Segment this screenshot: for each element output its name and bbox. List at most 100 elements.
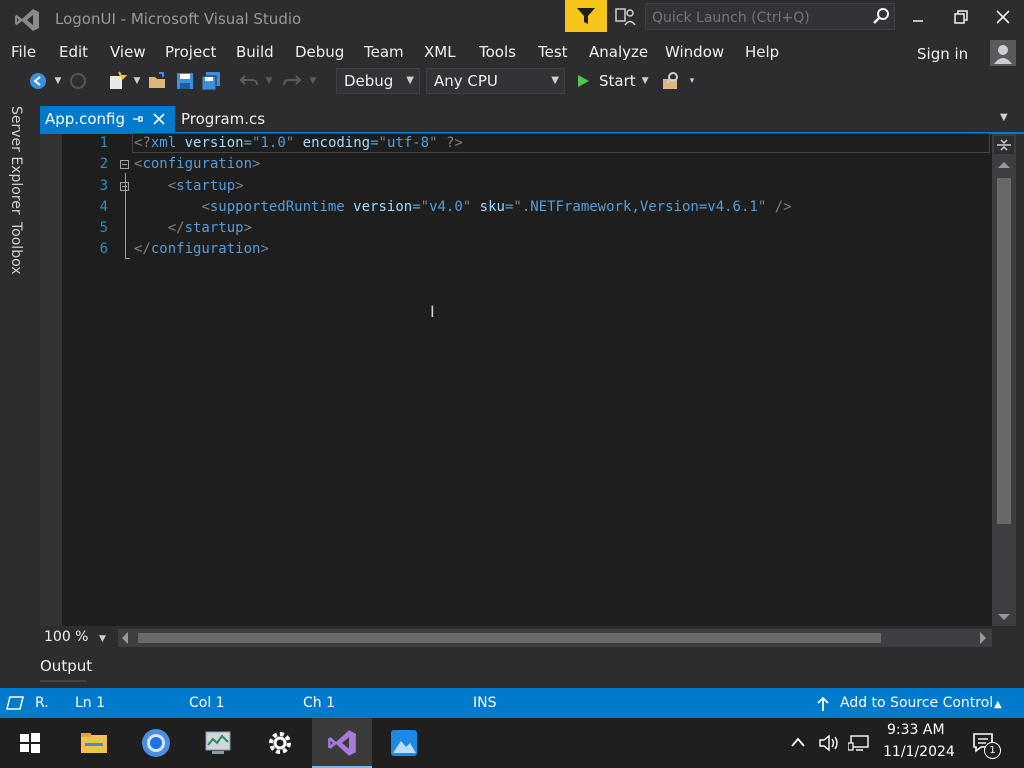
menu-team[interactable]: Team (364, 43, 404, 61)
line-number: 4 (99, 199, 108, 215)
vertical-scroll-thumb[interactable] (997, 178, 1011, 524)
menu-analyze[interactable]: Analyze (589, 43, 648, 61)
show-hidden-icons-chevron-icon[interactable] (790, 736, 806, 748)
redo-button[interactable] (281, 70, 303, 92)
open-file-button[interactable] (146, 70, 168, 92)
taskbar-chrome[interactable] (126, 718, 186, 768)
start-label: Start (599, 72, 636, 90)
save-all-button[interactable] (200, 70, 224, 92)
toolbox-tab[interactable]: Toolbox (8, 222, 24, 275)
ibeam-cursor-icon: I (430, 302, 435, 321)
scroll-right-arrow-icon[interactable] (978, 630, 988, 646)
close-window-button[interactable] (982, 0, 1024, 34)
pin-icon[interactable] (131, 113, 143, 125)
code-line: <configuration> (134, 156, 261, 172)
outline-guide-end (125, 258, 130, 259)
scroll-down-arrow-icon[interactable] (996, 612, 1012, 622)
menu-window[interactable]: Window (665, 43, 724, 61)
save-icon (177, 73, 193, 89)
upload-arrow-icon[interactable] (816, 696, 830, 712)
zoom-level-select[interactable]: 100 % ▼ (44, 629, 106, 645)
line-number: 3 (99, 178, 108, 194)
tab-app-config[interactable]: App.config (40, 106, 175, 132)
solution-platform-select[interactable]: Any CPU ▼ (426, 68, 565, 94)
window-title: LogonUI - Microsoft Visual Studio (55, 10, 302, 28)
horizontal-scroll-thumb[interactable] (138, 633, 881, 643)
split-window-button[interactable] (994, 136, 1014, 154)
notifications-filter-button[interactable] (565, 0, 607, 32)
taskbar-photos[interactable] (374, 718, 434, 768)
task-manager-icon (205, 731, 231, 754)
splitter-icon (997, 139, 1011, 151)
collapse-toggle[interactable] (120, 160, 129, 169)
menu-build[interactable]: Build (236, 43, 274, 61)
output-panel-tab[interactable]: Output (40, 657, 92, 675)
status-column: Col 1 (189, 695, 225, 711)
source-control-dropdown-icon[interactable]: ▲ (994, 699, 1002, 710)
taskbar-settings[interactable] (250, 718, 310, 768)
line-number: 6 (99, 241, 108, 257)
solution-configuration-select[interactable]: Debug ▼ (336, 68, 420, 94)
minimize-button[interactable] (897, 0, 939, 34)
menu-test[interactable]: Test (538, 43, 568, 61)
quick-launch-input[interactable] (646, 4, 874, 31)
configuration-value: Debug (344, 72, 394, 90)
feedback-icon[interactable] (614, 6, 638, 28)
navigate-forward-button[interactable] (68, 70, 88, 92)
find-in-files-button[interactable] (660, 70, 684, 92)
taskbar-file-explorer[interactable] (64, 718, 124, 768)
taskbar-clock-date[interactable]: 11/1/2024 (883, 744, 955, 760)
chevron-down-icon: ▼ (98, 634, 106, 644)
visual-studio-icon (328, 730, 356, 756)
search-icon[interactable] (872, 7, 890, 25)
redo-icon (283, 75, 302, 86)
menu-project[interactable]: Project (165, 43, 216, 61)
menu-help[interactable]: Help (745, 43, 779, 61)
play-icon (578, 75, 589, 87)
restore-button[interactable] (940, 0, 982, 34)
back-dropdown-icon[interactable]: ▼ (51, 70, 65, 92)
menu-xml[interactable]: XML (424, 43, 456, 61)
toolbar-overflow-icon[interactable]: ▾ (686, 70, 698, 92)
undo-dropdown-icon[interactable]: ▼ (263, 70, 275, 92)
sign-in-link[interactable]: Sign in (917, 45, 968, 63)
new-dropdown-icon[interactable]: ▼ (131, 70, 143, 92)
zoom-value: 100 % (44, 629, 89, 645)
menu-edit[interactable]: Edit (59, 43, 88, 61)
taskbar-task-manager[interactable] (188, 718, 248, 768)
taskbar-visual-studio[interactable] (312, 718, 372, 768)
scroll-left-arrow-icon[interactable] (120, 630, 130, 646)
forward-arrow-icon (70, 73, 86, 89)
menu-view[interactable]: View (110, 43, 146, 61)
code-line: </startup> (167, 220, 253, 236)
server-explorer-tab[interactable]: Server Explorer (8, 106, 24, 215)
menu-file[interactable]: File (11, 43, 36, 61)
start-debugging-button[interactable]: Start ▼ (575, 69, 649, 93)
menu-tools[interactable]: Tools (479, 43, 516, 61)
taskbar-clock-time[interactable]: 9:33 AM (887, 722, 945, 738)
close-icon (996, 10, 1010, 24)
start-menu-button[interactable] (0, 718, 60, 768)
line-number: 2 (99, 156, 108, 172)
new-project-button[interactable] (106, 70, 128, 92)
start-dropdown-icon[interactable]: ▼ (642, 76, 649, 86)
account-avatar-icon[interactable] (990, 40, 1016, 66)
close-tab-icon[interactable] (153, 113, 165, 125)
undo-button[interactable] (238, 70, 260, 92)
indicator-margin (40, 134, 62, 626)
quick-launch-box[interactable] (645, 3, 895, 31)
network-icon[interactable] (848, 734, 870, 752)
platform-value: Any CPU (434, 72, 498, 90)
menu-debug[interactable]: Debug (295, 43, 344, 61)
tab-overflow-dropdown-icon[interactable]: ▼ (1000, 112, 1008, 123)
save-button[interactable] (174, 70, 196, 92)
windows-logo-icon (20, 733, 40, 753)
redo-dropdown-icon[interactable]: ▼ (307, 70, 319, 92)
minimize-icon (913, 20, 923, 22)
output-tab-underline (40, 680, 86, 682)
scroll-up-arrow-icon[interactable] (996, 160, 1012, 170)
navigate-back-button[interactable] (28, 70, 48, 92)
add-to-source-control-button[interactable]: Add to Source Control (840, 695, 993, 711)
volume-icon[interactable] (818, 734, 840, 752)
action-center-button[interactable]: 1 (972, 732, 1001, 759)
